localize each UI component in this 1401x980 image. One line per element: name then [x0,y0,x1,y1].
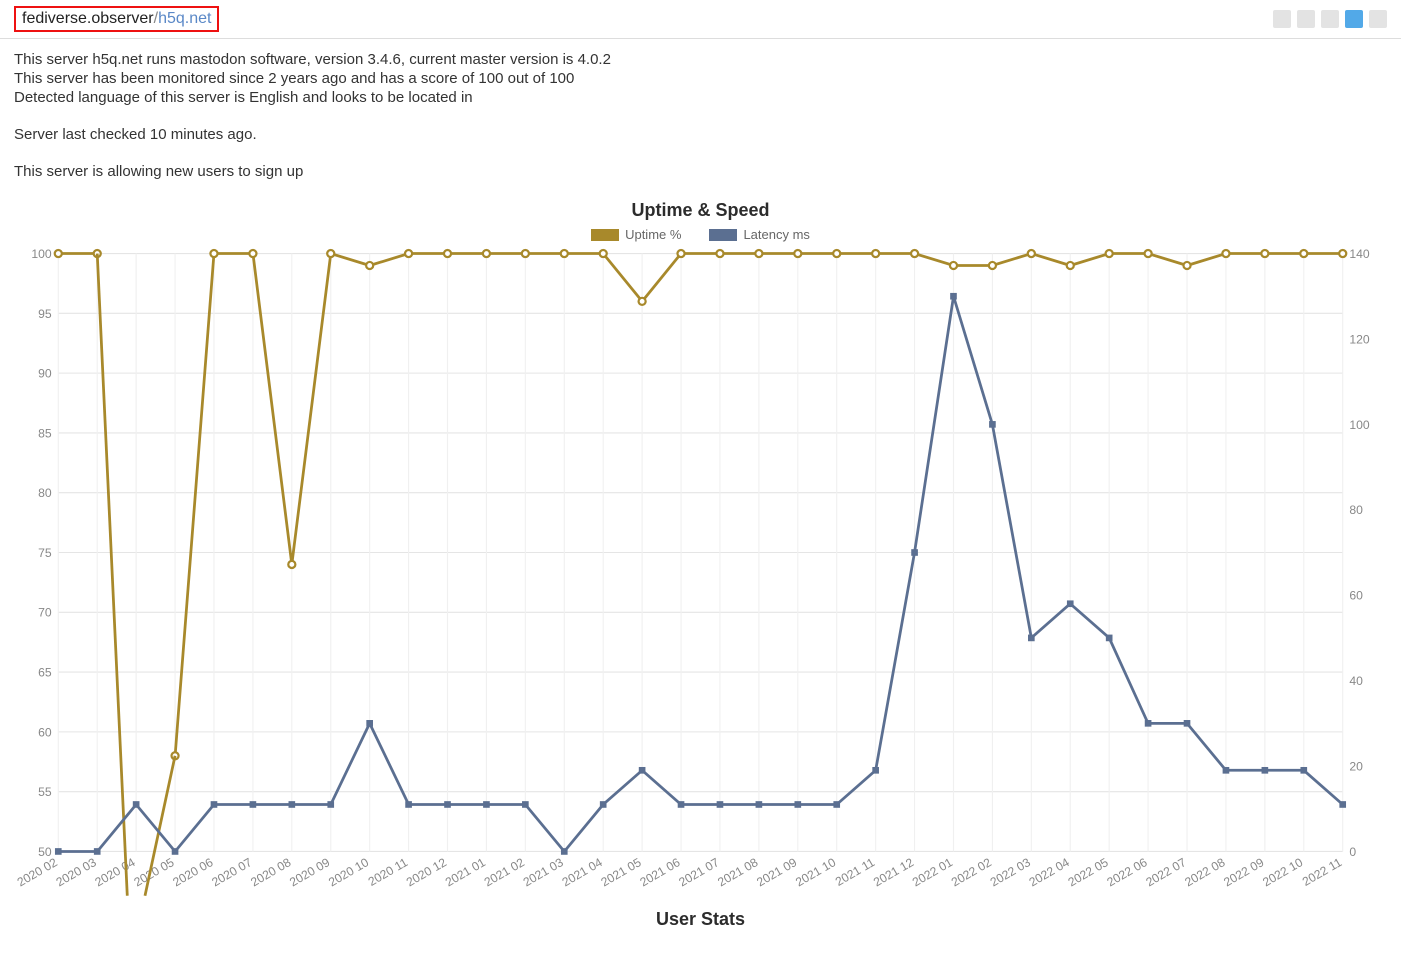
info-language: Detected language of this server is Engl… [14,89,1387,106]
breadcrumb-leaf[interactable]: h5q.net [158,10,211,27]
breadcrumb[interactable]: fediverse.observer/h5q.net [14,6,219,32]
svg-text:2020 02: 2020 02 [15,855,60,889]
chart-title: Uptime & Speed [14,200,1387,221]
svg-text:2022 04: 2022 04 [1027,855,1072,889]
svg-text:2021 03: 2021 03 [521,855,566,889]
svg-text:2021 04: 2021 04 [560,855,605,889]
info-signup: This server is allowing new users to sig… [14,163,1387,180]
svg-text:2021 09: 2021 09 [754,855,799,889]
svg-text:2022 11: 2022 11 [1300,855,1344,889]
svg-text:80: 80 [38,486,52,500]
chart-legend: Uptime % Latency ms [14,227,1387,242]
share-icon[interactable] [1273,10,1291,28]
legend-latency[interactable]: Latency ms [709,227,809,242]
top-icons [1273,10,1387,28]
svg-text:2021 06: 2021 06 [637,855,682,889]
svg-text:2021 01: 2021 01 [443,855,488,889]
svg-text:65: 65 [38,666,52,680]
grid-icon[interactable] [1297,10,1315,28]
menu-icon[interactable] [1369,10,1387,28]
svg-text:2022 10: 2022 10 [1260,855,1305,889]
info-monitored: This server has been monitored since 2 y… [14,70,1387,87]
legend-uptime-label: Uptime % [625,227,681,242]
svg-text:2022 07: 2022 07 [1143,855,1188,889]
svg-text:2022 02: 2022 02 [949,855,994,889]
svg-text:60: 60 [38,725,52,739]
svg-text:2020 10: 2020 10 [326,855,371,889]
svg-text:2022 08: 2022 08 [1182,855,1227,889]
svg-text:140: 140 [1349,248,1370,261]
svg-text:2022 09: 2022 09 [1221,855,1266,889]
svg-text:2021 02: 2021 02 [482,855,527,889]
app-icon[interactable] [1345,10,1363,28]
svg-text:100: 100 [31,248,52,261]
info-checked: Server last checked 10 minutes ago. [14,126,1387,143]
svg-text:2022 03: 2022 03 [988,855,1033,889]
svg-text:80: 80 [1349,503,1363,517]
next-chart-title: User Stats [14,909,1387,930]
swatch-latency-icon [709,229,737,241]
svg-text:2021 12: 2021 12 [871,855,916,889]
svg-text:55: 55 [38,785,52,799]
svg-text:120: 120 [1349,332,1370,346]
chart-svg: 5055606570758085909510002040608010012014… [14,248,1387,901]
svg-text:75: 75 [38,546,52,560]
swatch-uptime-icon [591,229,619,241]
svg-text:2022 06: 2022 06 [1105,855,1150,889]
svg-text:2022 01: 2022 01 [910,855,955,889]
svg-text:2021 08: 2021 08 [715,855,760,889]
content: This server h5q.net runs mastodon softwa… [0,39,1401,940]
svg-text:95: 95 [38,307,52,321]
svg-text:100: 100 [1349,418,1370,432]
topbar: fediverse.observer/h5q.net [0,0,1401,39]
svg-text:0: 0 [1349,845,1356,859]
svg-text:20: 20 [1349,759,1363,773]
svg-text:2020 12: 2020 12 [404,855,449,889]
svg-text:2020 05: 2020 05 [131,855,176,889]
uptime-speed-chart: 5055606570758085909510002040608010012014… [14,248,1387,901]
svg-text:2021 10: 2021 10 [793,855,838,889]
svg-text:60: 60 [1349,589,1363,603]
svg-text:90: 90 [38,367,52,381]
svg-text:70: 70 [38,606,52,620]
svg-text:2022 05: 2022 05 [1066,855,1111,889]
svg-text:2020 04: 2020 04 [93,855,138,889]
svg-text:2020 06: 2020 06 [170,855,215,889]
svg-text:2020 08: 2020 08 [248,855,293,889]
info-software: This server h5q.net runs mastodon softwa… [14,51,1387,68]
gear-icon[interactable] [1321,10,1339,28]
legend-latency-label: Latency ms [743,227,809,242]
svg-text:2021 05: 2021 05 [599,855,644,889]
server-info: This server h5q.net runs mastodon softwa… [14,51,1387,180]
breadcrumb-root[interactable]: fediverse.observer [22,10,154,27]
svg-text:40: 40 [1349,674,1363,688]
svg-text:2020 07: 2020 07 [209,855,254,889]
svg-text:2020 03: 2020 03 [54,855,99,889]
svg-text:2021 07: 2021 07 [676,855,721,889]
svg-text:2021 11: 2021 11 [833,855,877,889]
svg-text:2020 11: 2020 11 [366,855,410,889]
legend-uptime[interactable]: Uptime % [591,227,681,242]
svg-text:2020 09: 2020 09 [287,855,332,889]
svg-text:85: 85 [38,426,52,440]
